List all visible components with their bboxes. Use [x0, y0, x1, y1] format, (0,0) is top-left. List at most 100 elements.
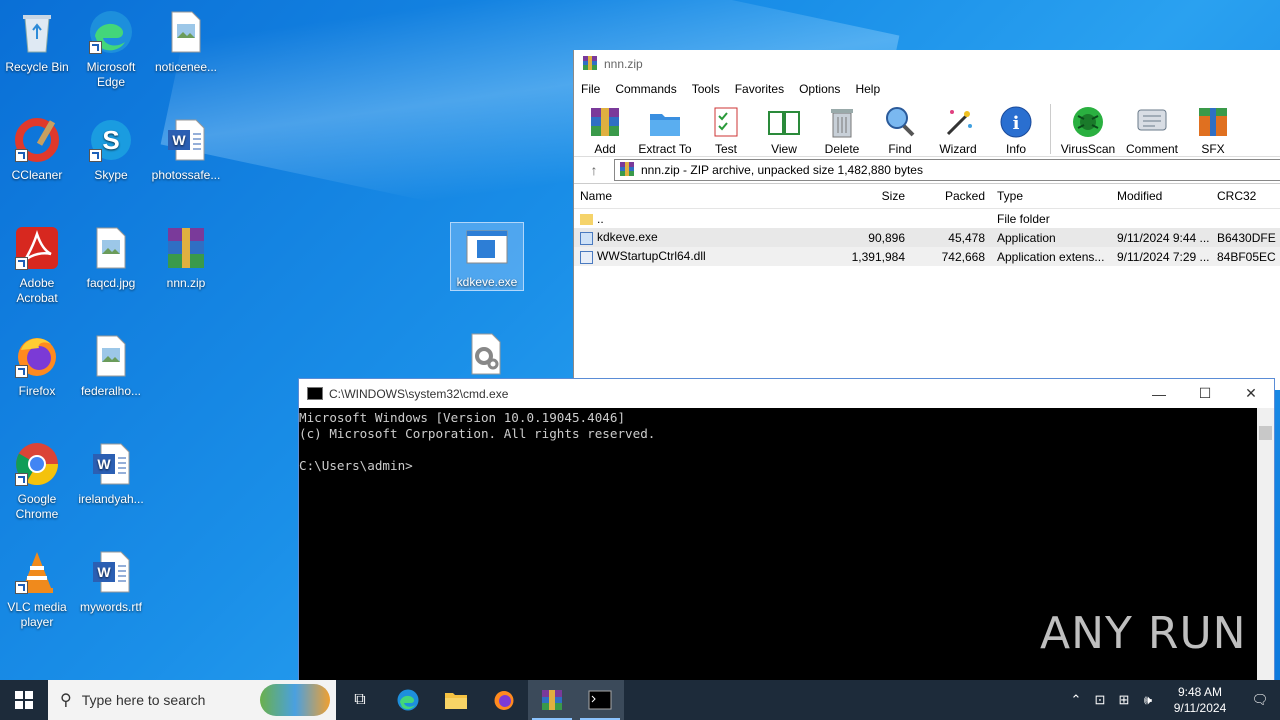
- desktop-icon-label: Recycle Bin: [5, 60, 69, 74]
- desktop-icon-faqcd[interactable]: faqcd.jpg: [75, 224, 147, 291]
- desktop-icon-noticenee[interactable]: noticenee...: [150, 8, 222, 75]
- desktop-icon-vlc[interactable]: VLC media player: [1, 548, 73, 630]
- desktop-icon-label: Adobe Acrobat: [16, 276, 58, 305]
- trash-icon: [824, 104, 860, 140]
- taskbar: ⚲ Type here to search ⧉ ⌃ ⊡ ⊞ 🕪 9:48 AM …: [0, 680, 1280, 720]
- desktop-icon-recycle-bin[interactable]: Recycle Bin: [1, 8, 73, 75]
- desktop-icon-edge[interactable]: Microsoft Edge: [75, 8, 147, 90]
- sfx-button[interactable]: SFX: [1185, 100, 1241, 156]
- notification-icon[interactable]: 🗨: [1240, 692, 1280, 708]
- extract-to-button[interactable]: Extract To: [634, 100, 696, 156]
- menu-options[interactable]: Options: [799, 82, 840, 96]
- desktop-icon-label: photossafe...: [151, 168, 221, 182]
- dll-file-icon: [580, 250, 593, 264]
- vlc-icon: [13, 548, 61, 596]
- column-packed[interactable]: Packed: [911, 189, 991, 203]
- desktop-icon-ccleaner[interactable]: CCleaner: [1, 116, 73, 183]
- virusscan-button[interactable]: VirusScan: [1057, 100, 1119, 156]
- cmd-titlebar[interactable]: C:\WINDOWS\system32\cmd.exe: [299, 379, 1274, 408]
- winrar-titlebar[interactable]: nnn.zip: [574, 50, 1280, 78]
- test-button[interactable]: Test: [698, 100, 754, 156]
- desktop-icon-firefox[interactable]: Firefox: [1, 332, 73, 399]
- column-modified[interactable]: Modified: [1111, 189, 1211, 203]
- desktop-icon-label: federalho...: [80, 384, 142, 398]
- desktop-icon-federalho[interactable]: federalho...: [75, 332, 147, 399]
- close-icon[interactable]: ✕: [1228, 379, 1274, 408]
- desktop-icon-irelandyah[interactable]: W irelandyah...: [75, 440, 147, 507]
- winrar-window[interactable]: nnn.zip File Commands Tools Favorites Op…: [573, 50, 1280, 390]
- taskbar-edge[interactable]: [384, 680, 432, 720]
- desktop-icon-acrobat[interactable]: Adobe Acrobat: [1, 224, 73, 306]
- add-button[interactable]: Add: [578, 100, 632, 156]
- desktop-icon-photossafe[interactable]: W photossafe...: [150, 116, 222, 183]
- console-output[interactable]: Microsoft Windows [Version 10.0.19045.40…: [299, 408, 1274, 474]
- desktop-icon-label: irelandyah...: [78, 492, 144, 506]
- magic-wand-icon: [940, 104, 976, 140]
- wizard-button[interactable]: Wizard: [930, 100, 986, 156]
- desktop-icon-mywords[interactable]: W mywords.rtf: [75, 548, 147, 615]
- view-book-icon: [766, 104, 802, 140]
- taskbar-winrar[interactable]: [528, 680, 576, 720]
- menu-commands[interactable]: Commands: [615, 82, 676, 96]
- comment-button[interactable]: Comment: [1121, 100, 1183, 156]
- start-button[interactable]: [0, 680, 48, 720]
- chevron-up-icon[interactable]: ⌃: [1064, 692, 1088, 708]
- image-file-icon: [87, 332, 135, 380]
- cmd-window[interactable]: C:\WINDOWS\system32\cmd.exe — ☐ ✕ Micros…: [298, 378, 1275, 720]
- column-crc32[interactable]: CRC32: [1211, 189, 1280, 203]
- desktop-icon-skype[interactable]: S Skype: [75, 116, 147, 183]
- desktop-icon-chrome[interactable]: Google Chrome: [1, 440, 73, 522]
- table-row[interactable]: kdkeve.exe 90,896 45,478 Application 9/1…: [574, 228, 1280, 247]
- folder-icon: [445, 693, 467, 709]
- task-view-button[interactable]: ⧉: [336, 680, 384, 720]
- up-arrow-icon[interactable]: ↑: [574, 162, 614, 178]
- clock-time: 9:48 AM: [1177, 685, 1223, 699]
- folder-icon: [580, 213, 593, 225]
- taskbar-file-explorer[interactable]: [432, 680, 480, 720]
- column-size[interactable]: Size: [831, 189, 911, 203]
- vertical-scrollbar[interactable]: [1257, 408, 1274, 719]
- gear-file-icon: [462, 330, 510, 378]
- window-controls: — ☐ ✕: [1136, 379, 1274, 408]
- column-name[interactable]: Name: [574, 189, 831, 203]
- image-file-icon: [87, 224, 135, 272]
- table-row[interactable]: WWStartupCtrl64.dll 1,391,984 742,668 Ap…: [574, 247, 1280, 266]
- column-type[interactable]: Type: [991, 189, 1111, 203]
- desktop-icon-kdkeve[interactable]: kdkeve.exe: [450, 222, 524, 291]
- maximize-icon[interactable]: ☐: [1182, 379, 1228, 408]
- menu-tools[interactable]: Tools: [692, 82, 720, 96]
- device-icon[interactable]: ⊡: [1088, 692, 1112, 708]
- scrollbar-thumb[interactable]: [1259, 426, 1272, 440]
- winrar-toolbar: Add Extract To Test View Delete Find Wiz…: [574, 100, 1280, 157]
- window-title: nnn.zip: [604, 57, 643, 71]
- file-list-header: Name Size Packed Type Modified CRC32: [574, 184, 1280, 209]
- desktop-icon-settings-file[interactable]: [450, 330, 522, 382]
- menu-favorites[interactable]: Favorites: [735, 82, 784, 96]
- window-title: C:\WINDOWS\system32\cmd.exe: [329, 386, 509, 401]
- taskbar-firefox[interactable]: [480, 680, 528, 720]
- taskbar-cmd[interactable]: [576, 680, 624, 720]
- winrar-archive-icon: [162, 224, 210, 272]
- menu-file[interactable]: File: [581, 82, 600, 96]
- firefox-icon: [494, 691, 514, 710]
- chrome-icon: [13, 440, 61, 488]
- table-row[interactable]: .. File folder: [574, 209, 1280, 228]
- test-checklist-icon: [708, 104, 744, 140]
- minimize-icon[interactable]: —: [1136, 379, 1182, 408]
- archive-path-field[interactable]: nnn.zip - ZIP archive, unpacked size 1,4…: [614, 159, 1280, 181]
- add-archive-icon: [587, 104, 623, 140]
- info-button[interactable]: i Info: [988, 100, 1044, 156]
- search-input[interactable]: ⚲ Type here to search: [48, 680, 336, 720]
- network-icon[interactable]: ⊞: [1112, 692, 1136, 708]
- volume-icon[interactable]: 🕪: [1136, 692, 1160, 708]
- skype-icon: S: [87, 116, 135, 164]
- console-prompt: C:\Users\admin>: [299, 458, 413, 473]
- menu-help[interactable]: Help: [855, 82, 880, 96]
- delete-button[interactable]: Delete: [814, 100, 870, 156]
- clock[interactable]: 9:48 AM 9/11/2024: [1160, 684, 1240, 716]
- find-button[interactable]: Find: [872, 100, 928, 156]
- desktop-icon-label: Skype: [94, 168, 128, 182]
- system-tray: ⌃ ⊡ ⊞ 🕪 9:48 AM 9/11/2024 🗨: [1064, 680, 1280, 720]
- view-button[interactable]: View: [756, 100, 812, 156]
- desktop-icon-nnn-zip[interactable]: nnn.zip: [150, 224, 222, 291]
